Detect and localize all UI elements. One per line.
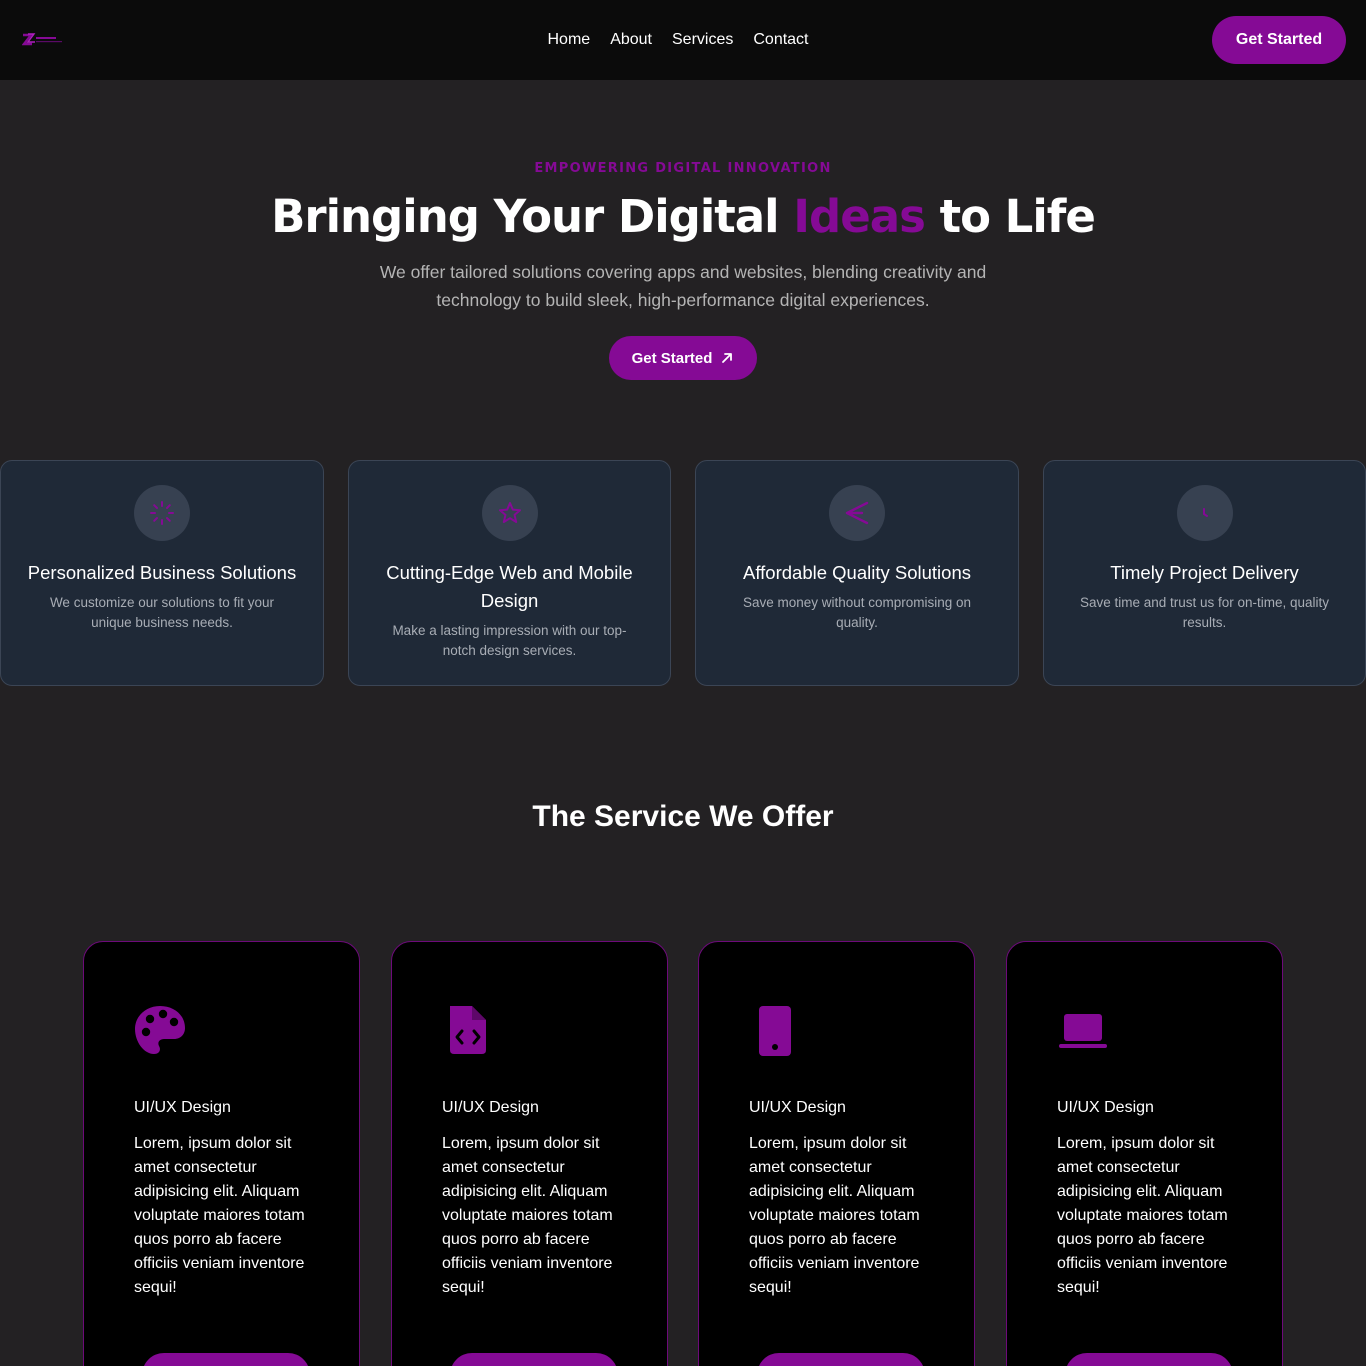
hero-subtitle: We offer tailored solutions covering app… <box>379 262 987 310</box>
feature-icon-badge <box>1176 485 1233 541</box>
feature-title: Personalized Business Solutions <box>27 562 297 583</box>
hero-title-post: to Life <box>924 190 1096 243</box>
palette-icon <box>135 1006 185 1054</box>
nav-link-contact[interactable]: Contact <box>753 31 808 49</box>
service-name: UI/UX Design <box>1057 1099 1154 1116</box>
hero-eyebrow: EMPOWERING DIGITAL INNOVATION <box>534 161 832 176</box>
service-button[interactable] <box>757 1353 925 1366</box>
clock-icon <box>1202 508 1208 517</box>
feature-description: We customize our solutions to fit your u… <box>49 595 275 630</box>
nav-link-about[interactable]: About <box>610 31 652 49</box>
service-card: UI/UX Design Lorem, ipsum dolor sit amet… <box>391 941 668 1366</box>
hero-title-accent: Ideas <box>793 190 926 243</box>
feature-icon-badge <box>829 485 885 541</box>
feature-description: Save time and trust us for on-time, qual… <box>1079 595 1330 630</box>
hero-cta-label: Get Started <box>631 349 713 367</box>
feature-description: Save money without compromising on quali… <box>742 595 972 630</box>
service-name: UI/UX Design <box>134 1099 231 1116</box>
arrow-up-right-icon <box>722 353 733 363</box>
hero-title-pre: Bringing Your Digital <box>271 190 794 243</box>
service-button[interactable] <box>450 1353 618 1366</box>
nav-link-services[interactable]: Services <box>672 31 733 49</box>
feature-description: Make a lasting impression with our top-n… <box>392 623 627 658</box>
feature-icon-badge <box>134 485 190 541</box>
service-name: UI/UX Design <box>442 1099 539 1116</box>
service-description: Lorem, ipsum dolor sit amet consectetur … <box>442 1135 613 1296</box>
send-icon <box>845 501 869 525</box>
nav-get-started-button[interactable]: Get Started <box>1212 16 1346 64</box>
mobile-icon <box>759 1006 791 1056</box>
service-description: Lorem, ipsum dolor sit amet consectetur … <box>1057 1135 1228 1296</box>
nav-link-home[interactable]: Home <box>548 31 591 49</box>
service-description: Lorem, ipsum dolor sit amet consectetur … <box>134 1135 305 1296</box>
laptop-icon <box>1059 1014 1107 1048</box>
feature-title: Timely Project Delivery <box>1110 562 1299 583</box>
feature-card: Affordable Quality Solutions Save money … <box>695 460 1019 686</box>
feature-title: Affordable Quality Solutions <box>743 562 971 583</box>
star-icon <box>498 502 521 523</box>
service-description: Lorem, ipsum dolor sit amet consectetur … <box>749 1135 920 1296</box>
feature-card: Timely Project Delivery Save time and tr… <box>1043 460 1366 686</box>
service-card: UI/UX Design Lorem, ipsum dolor sit amet… <box>83 941 360 1366</box>
nav-links: Home About Services Contact <box>0 0 1366 80</box>
top-navbar: Home About Services Contact Get Started <box>0 0 1366 80</box>
service-button[interactable] <box>142 1353 310 1366</box>
file-code-icon <box>450 1006 486 1054</box>
hero-get-started-button[interactable]: Get Started <box>609 336 757 380</box>
service-name: UI/UX Design <box>749 1099 846 1116</box>
service-card: UI/UX Design Lorem, ipsum dolor sit amet… <box>1006 941 1283 1366</box>
feature-card: Personalized Business Solutions We custo… <box>0 460 324 686</box>
feature-icon-badge <box>481 485 538 541</box>
service-button[interactable] <box>1065 1353 1233 1366</box>
spinner-icon <box>150 501 174 525</box>
service-card: UI/UX Design Lorem, ipsum dolor sit amet… <box>698 941 975 1366</box>
services-section-title: The Service We Offer <box>532 800 834 833</box>
hero-title: Bringing Your Digital Ideas to Life <box>0 190 1366 243</box>
feature-card: Cutting-Edge Web and Mobile Design Make … <box>348 460 671 686</box>
feature-title: Cutting-Edge Web and Mobile Design <box>386 562 633 611</box>
